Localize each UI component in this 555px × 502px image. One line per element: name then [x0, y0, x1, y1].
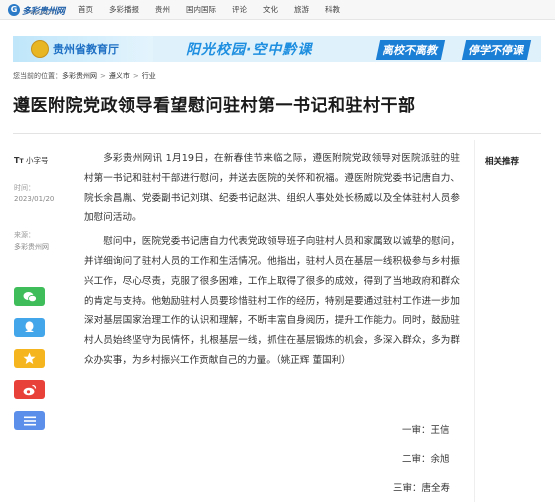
nav-item-home[interactable]: 首页 — [70, 0, 101, 20]
nav-item-travel[interactable]: 旅游 — [286, 0, 317, 20]
article-body: 多彩贵州网讯 1月19日，在新春佳节来临之际，遵医附院党政领导对医院派驻的驻村第… — [84, 149, 460, 371]
wechat-icon — [23, 291, 37, 302]
banner-slogan: 阳光校园·空中黔课 — [186, 42, 313, 58]
share-wechat-button[interactable] — [14, 287, 45, 306]
promo-banner[interactable]: 贵州省教育厅 阳光校园·空中黔课 离校不离教 停学不停课 — [13, 36, 541, 62]
font-size-toggle[interactable]: TT 小字号 — [14, 155, 48, 166]
qzone-star-icon — [23, 352, 36, 364]
top-navigation-bar: G 多彩贵州网 www.gog.cn 首页 多彩播报 贵州 国内国际 评论 文化… — [0, 0, 555, 20]
review-second: 二审：余旭 — [402, 454, 450, 465]
banner-tag-2: 停学不停课 — [461, 40, 532, 60]
emblem-icon — [31, 40, 49, 58]
share-qzone-button[interactable] — [14, 349, 45, 368]
nav-item-science[interactable]: 科教 — [317, 0, 348, 20]
nav-item-guizhou[interactable]: 贵州 — [147, 0, 178, 20]
qq-icon — [25, 321, 34, 332]
article-paragraph: 多彩贵州网讯 1月19日，在新春佳节来临之际，遵医附院党政领导对医院派驻的驻村第… — [84, 153, 460, 224]
breadcrumb: 您当前的位置： 多彩贵州网 > 遵义市 > 行业 — [13, 71, 156, 81]
breadcrumb-item-city[interactable]: 遵义市 — [109, 71, 130, 81]
share-weibo-button[interactable] — [14, 380, 45, 399]
share-more-button[interactable] — [14, 411, 45, 430]
font-size-icon: TT — [14, 156, 24, 165]
breadcrumb-item-category[interactable]: 行业 — [142, 71, 156, 81]
related-title: 相关推荐 — [485, 157, 520, 167]
review-first: 一审：王信 — [402, 425, 450, 436]
source-label: 来源： — [14, 231, 35, 239]
nav-item-world[interactable]: 国内国际 — [178, 0, 224, 20]
breadcrumb-label: 您当前的位置： — [13, 72, 62, 80]
font-size-label: 小字号 — [25, 156, 49, 165]
publish-time: 2023/01/20 — [14, 195, 55, 203]
title-divider — [13, 133, 541, 134]
breadcrumb-separator: > — [132, 72, 139, 80]
breadcrumb-item-home[interactable]: 多彩贵州网 — [62, 71, 97, 81]
breadcrumb-separator: > — [100, 72, 106, 80]
logo-mark-icon: G — [8, 4, 20, 16]
source-value: 多彩贵州网 — [14, 243, 49, 251]
nav-item-opinion[interactable]: 评论 — [224, 0, 255, 20]
article-paragraph: 慰问中，医院党委书记唐自力代表党政领导班子向驻村人员和家属致以诚挚的慰问，并详细… — [84, 236, 460, 366]
logo-url: www.gog.cn — [30, 10, 55, 15]
main-nav: 首页 多彩播报 贵州 国内国际 评论 文化 旅游 科教 — [70, 0, 348, 20]
review-third: 三审：唐全寿 — [393, 483, 451, 494]
nav-item-news[interactable]: 多彩播报 — [101, 0, 147, 20]
page-title: 遵医附院党政领导看望慰问驻村第一书记和驻村干部 — [13, 96, 416, 116]
banner-tag-1: 离校不离教 — [375, 40, 446, 60]
column-divider — [474, 140, 475, 502]
time-label: 时间： — [14, 184, 35, 192]
menu-icon — [23, 416, 36, 425]
banner-dept: 贵州省教育厅 — [53, 43, 119, 56]
weibo-icon — [23, 384, 36, 395]
nav-item-culture[interactable]: 文化 — [255, 0, 286, 20]
share-qq-button[interactable] — [14, 318, 45, 337]
